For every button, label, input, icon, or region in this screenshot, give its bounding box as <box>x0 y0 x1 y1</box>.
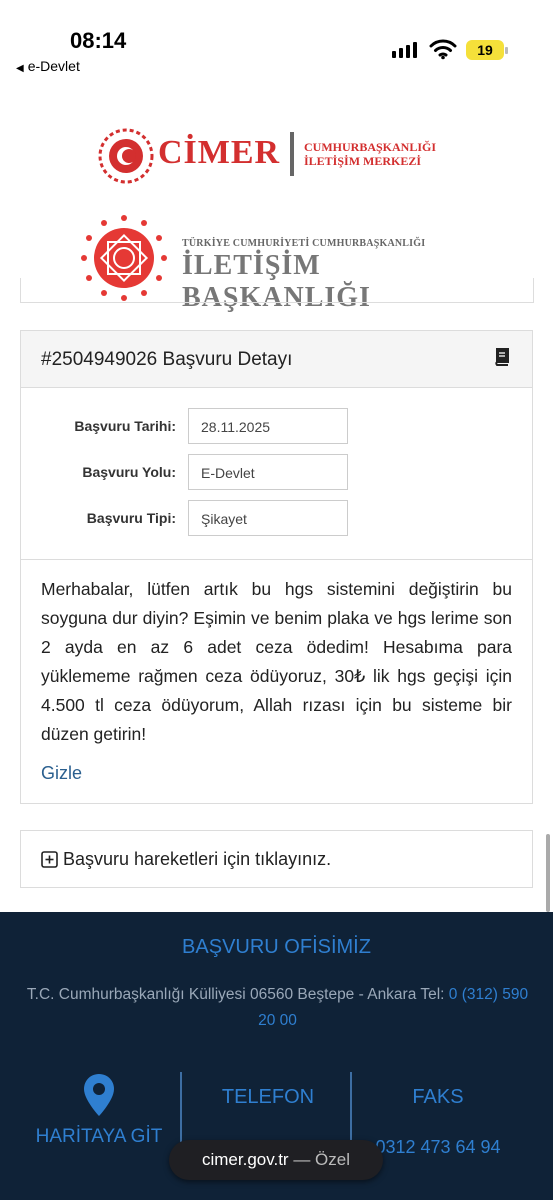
date-label: Başvuru Tarihi: <box>74 418 176 434</box>
address-text: T.C. Cumhurbaşkanlığı Külliyesi 06560 Be… <box>26 986 445 1003</box>
date-field: 28.11.2025 <box>188 408 348 444</box>
back-app-label: e-Devlet <box>27 58 80 74</box>
signal-icon <box>392 42 417 58</box>
plus-square-icon <box>41 851 58 868</box>
cimer-subtitle: CUMHURBAŞKANLIĞI İLETİŞİM MERKEZİ <box>304 140 436 168</box>
type-field: Şikayet <box>188 500 348 536</box>
panel-header: #2504949026 Başvuru Detayı <box>21 331 532 388</box>
application-message: Merhabalar, lütfen artık bu hgs sistemin… <box>41 579 512 744</box>
office-title: BAŞVURU OFİSİMİZ <box>182 936 371 958</box>
office-address: T.C. Cumhurbaşkanlığı Külliyesi 06560 Be… <box>20 982 535 1034</box>
channel-label: Başvuru Yolu: <box>82 464 176 480</box>
map-pin-icon[interactable] <box>82 1072 116 1118</box>
back-arrow-icon: ◀ <box>16 63 24 74</box>
actions-label: Başvuru hareketleri için tıklayınız. <box>63 849 332 869</box>
application-title: #2504949026 Başvuru Detayı <box>41 349 293 370</box>
field-row-channel: Başvuru Yolu: E-Devlet <box>21 454 532 492</box>
go-to-map-link[interactable]: HARİTAYA GİT <box>20 1126 178 1148</box>
wifi-icon <box>429 39 457 60</box>
browser-url-bar[interactable]: cimer.gov.tr — Özel <box>169 1140 383 1180</box>
logo-divider <box>290 132 294 176</box>
status-time: 08:14 <box>70 28 127 53</box>
application-actions-expander[interactable]: Başvuru hareketleri için tıklayınız. <box>20 830 533 888</box>
field-row-type: Başvuru Tipi: Şikayet <box>21 500 532 538</box>
panel-divider <box>21 559 532 560</box>
status-bar: 08:14 ◀ e-Devlet 19 <box>0 0 553 78</box>
iletisim-subtitle: TÜRKİYE CUMHURİYETİ CUMHURBAŞKANLIĞI <box>182 238 426 249</box>
private-mode-label: — Özel <box>293 1150 350 1169</box>
field-row-date: Başvuru Tarihi: 28.11.2025 <box>21 408 532 446</box>
fax-title: FAKS <box>412 1086 464 1108</box>
phone-title: TELEFON <box>221 1086 315 1108</box>
back-to-app-link[interactable]: ◀ e-Devlet <box>16 58 80 74</box>
type-label: Başvuru Tipi: <box>86 510 176 526</box>
cimer-wordmark: CİMER <box>158 134 281 171</box>
battery-icon: 19 <box>466 40 508 60</box>
url-text: cimer.gov.tr <box>201 1150 289 1169</box>
scroll-indicator[interactable] <box>546 834 550 912</box>
channel-field: E-Devlet <box>188 454 348 490</box>
application-detail-panel: #2504949026 Başvuru Detayı Başvuru Tarih… <box>20 330 533 804</box>
cimer-emblem-icon <box>98 128 154 184</box>
cimer-logo[interactable]: CİMER CUMHURBAŞKANLIĞI İLETİŞİM MERKEZİ <box>96 126 476 186</box>
cimer-subtitle-line1: CUMHURBAŞKANLIĞI <box>304 140 437 154</box>
hide-link[interactable]: Gizle <box>41 763 82 784</box>
previous-panel-edge <box>20 278 534 303</box>
book-icon[interactable] <box>492 347 512 367</box>
fax-column: FAKS 0312 473 64 94 <box>353 1072 523 1158</box>
cimer-subtitle-line2: İLETİŞİM MERKEZİ <box>304 154 422 168</box>
